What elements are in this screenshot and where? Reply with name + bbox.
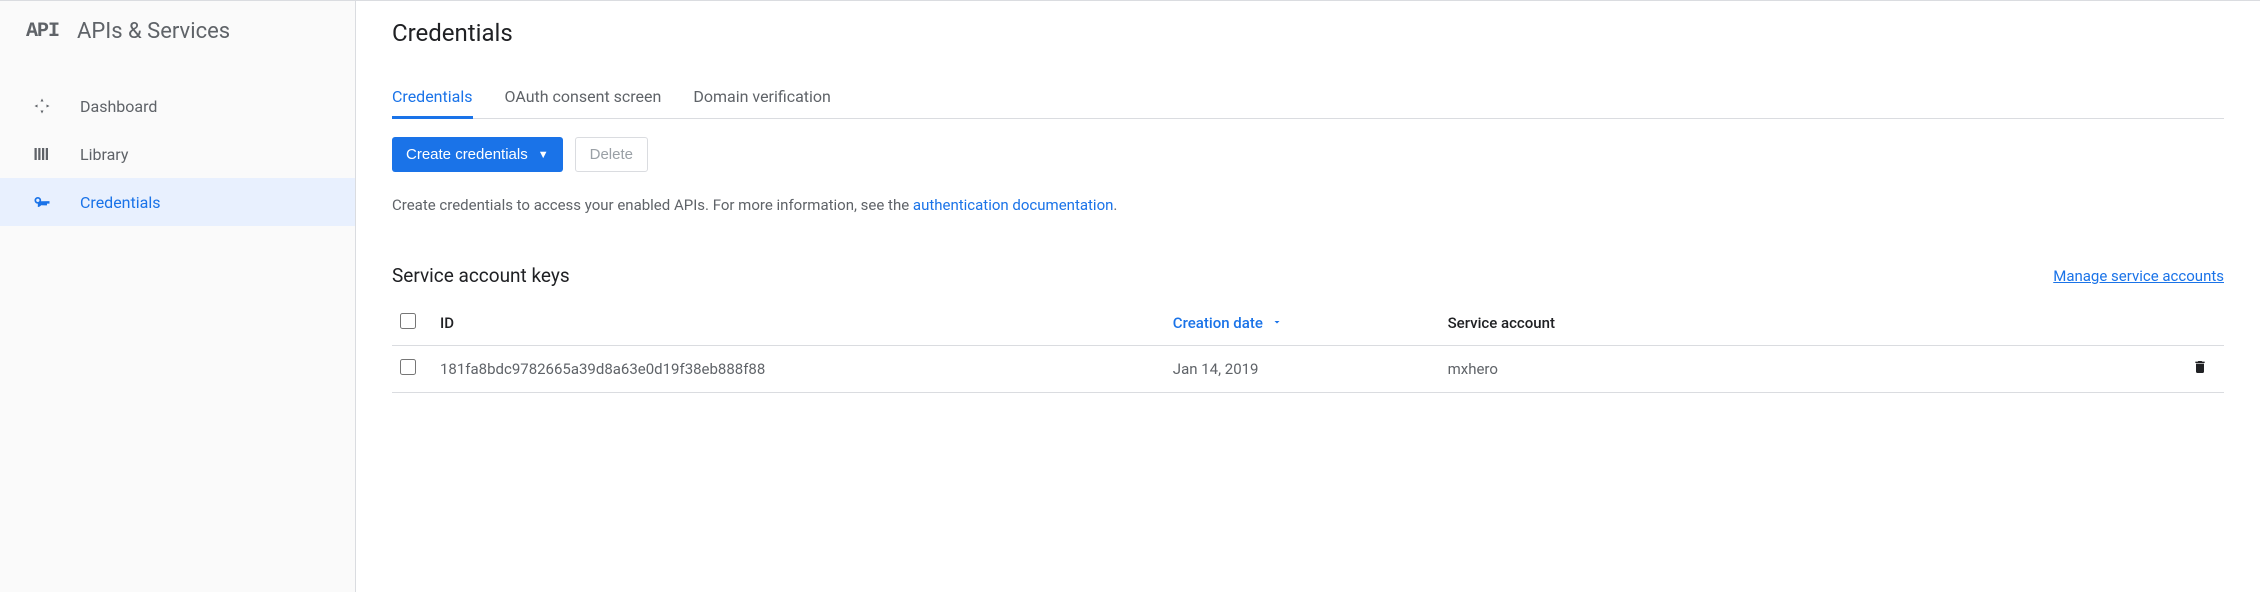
table-row: 181fa8bdc9782665a39d8a63e0d19f38eb888f88… xyxy=(392,346,2224,393)
section-title: Service account keys xyxy=(392,264,570,287)
key-icon xyxy=(32,192,52,212)
row-checkbox[interactable] xyxy=(400,359,416,375)
tabs: Credentials OAuth consent screen Domain … xyxy=(392,77,2224,119)
tab-credentials[interactable]: Credentials xyxy=(392,77,473,119)
row-service-account: mxhero xyxy=(1440,346,2184,393)
service-account-keys-table: ID Creation date Service account xyxy=(392,301,2224,393)
creation-date-label: Creation date xyxy=(1173,314,1263,332)
sidebar-nav: Dashboard Library Credentials xyxy=(0,82,355,226)
row-creation-date: Jan 14, 2019 xyxy=(1165,346,1440,393)
sidebar-item-library[interactable]: Library xyxy=(0,130,355,178)
api-logo-icon: API xyxy=(26,20,59,43)
tab-oauth-consent[interactable]: OAuth consent screen xyxy=(505,77,662,119)
library-icon xyxy=(32,144,52,164)
create-credentials-button[interactable]: Create credentials ▼ xyxy=(392,137,563,172)
create-credentials-label: Create credentials xyxy=(406,146,528,163)
sidebar-item-label: Library xyxy=(80,145,128,164)
info-text-before: Create credentials to access your enable… xyxy=(392,196,913,214)
sidebar-title: APIs & Services xyxy=(77,19,230,44)
column-header-creation-date[interactable]: Creation date xyxy=(1165,301,1440,346)
sidebar-item-label: Dashboard xyxy=(80,97,157,116)
tab-domain-verification[interactable]: Domain verification xyxy=(693,77,831,119)
dropdown-arrow-icon: ▼ xyxy=(538,149,549,161)
sidebar-item-dashboard[interactable]: Dashboard xyxy=(0,82,355,130)
action-row: Create credentials ▼ Delete xyxy=(392,137,2224,172)
manage-service-accounts-link[interactable]: Manage service accounts xyxy=(2053,267,2224,285)
section-header: Service account keys Manage service acco… xyxy=(392,264,2224,287)
sidebar-header: API APIs & Services xyxy=(0,1,355,62)
table-header-row: ID Creation date Service account xyxy=(392,301,2224,346)
select-all-checkbox[interactable] xyxy=(400,313,416,329)
dashboard-icon xyxy=(32,96,52,116)
row-delete-cell xyxy=(2184,346,2224,393)
main-content: Credentials Credentials OAuth consent sc… xyxy=(356,1,2260,592)
trash-icon[interactable] xyxy=(2192,358,2208,380)
page-title: Credentials xyxy=(392,19,2224,47)
select-all-cell xyxy=(392,301,432,346)
sidebar-item-credentials[interactable]: Credentials xyxy=(0,178,355,226)
delete-button[interactable]: Delete xyxy=(575,137,648,172)
info-text-after: . xyxy=(1113,196,1117,214)
row-checkbox-cell xyxy=(392,346,432,393)
chevron-down-icon xyxy=(1271,314,1283,332)
column-header-id[interactable]: ID xyxy=(432,301,1165,346)
column-header-service-account[interactable]: Service account xyxy=(1440,301,2184,346)
sidebar: API APIs & Services Dashboard Library xyxy=(0,1,356,592)
auth-documentation-link[interactable]: authentication documentation xyxy=(913,196,1114,214)
sidebar-item-label: Credentials xyxy=(80,193,161,212)
column-header-actions xyxy=(2184,301,2224,346)
info-text: Create credentials to access your enable… xyxy=(392,196,2224,214)
row-id: 181fa8bdc9782665a39d8a63e0d19f38eb888f88 xyxy=(432,346,1165,393)
